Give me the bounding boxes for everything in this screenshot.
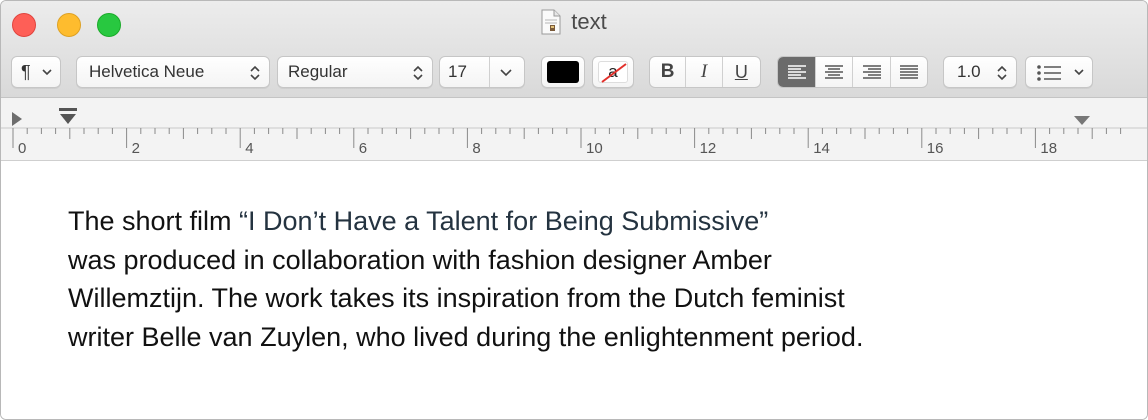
font-family-popup[interactable]: Helvetica Neue bbox=[76, 56, 270, 88]
ruler-label: 6 bbox=[359, 140, 367, 157]
up-down-arrows-icon bbox=[250, 65, 260, 81]
align-right-icon bbox=[862, 65, 881, 79]
text-line: Willemztijn. The work takes its inspirat… bbox=[68, 283, 845, 313]
line-spacing-popup[interactable]: 1.0 bbox=[943, 56, 1017, 88]
background-color-well[interactable]: a bbox=[592, 56, 634, 88]
font-size-value: 17 bbox=[448, 62, 467, 81]
right-margin-marker[interactable] bbox=[1074, 116, 1090, 125]
bold-button[interactable]: B bbox=[650, 57, 687, 87]
document-text-area[interactable]: The short film “I Don’t Have a Talent fo… bbox=[1, 162, 1147, 419]
text-color-swatch bbox=[547, 61, 579, 83]
up-down-arrows-icon bbox=[997, 65, 1007, 81]
text-line: writer Belle van Zuylen, who lived durin… bbox=[68, 321, 864, 352]
ruler-label: 18 bbox=[1040, 140, 1057, 157]
text-line: The short film “I Don’t Have a Talent fo… bbox=[68, 202, 1128, 241]
textedit-window: text ¶ Helvetica Neue Regular 17 a B I U… bbox=[0, 0, 1148, 420]
window-title: text bbox=[571, 9, 607, 34]
font-style-popup[interactable]: Regular bbox=[277, 56, 433, 88]
ruler[interactable]: 0 2 4 6 8 10 12 14 16 18 bbox=[1, 98, 1147, 161]
line-spacing-value: 1.0 bbox=[957, 62, 981, 81]
paragraph-style-popup[interactable]: ¶ bbox=[11, 56, 61, 88]
title-bar: text bbox=[1, 9, 1147, 41]
text-run: The short film bbox=[68, 206, 240, 236]
document-paragraph: The short film “I Don’t Have a Talent fo… bbox=[68, 202, 1128, 356]
ruler-label: 8 bbox=[472, 140, 480, 157]
indent-marker[interactable] bbox=[59, 108, 77, 124]
ruler-label: 10 bbox=[586, 140, 603, 157]
align-left-icon bbox=[787, 65, 806, 79]
align-center-button[interactable] bbox=[816, 57, 853, 87]
ruler-label: 12 bbox=[700, 140, 717, 157]
underline-button[interactable]: U bbox=[723, 57, 760, 87]
text-style-buttons: B I U bbox=[649, 56, 761, 88]
ruler-label: 4 bbox=[245, 140, 253, 157]
text-color-well[interactable] bbox=[541, 56, 585, 88]
up-down-arrows-icon bbox=[413, 65, 423, 81]
window-chrome: text ¶ Helvetica Neue Regular 17 a B I U… bbox=[1, 1, 1147, 98]
bulleted-list-icon bbox=[1037, 65, 1061, 81]
left-margin-marker[interactable] bbox=[12, 112, 22, 126]
ruler-scale: 0 2 4 6 8 10 12 14 16 18 bbox=[1, 108, 1147, 157]
list-bullets-popup[interactable] bbox=[1025, 56, 1093, 88]
italic-button[interactable]: I bbox=[686, 57, 723, 87]
alignment-buttons bbox=[777, 56, 928, 88]
align-right-button[interactable] bbox=[853, 57, 891, 87]
no-color-slash-icon bbox=[601, 63, 627, 83]
ruler-label: 2 bbox=[132, 140, 140, 157]
chevron-down-icon bbox=[42, 69, 52, 76]
ruler-label: 14 bbox=[813, 140, 830, 157]
text-line: was produced in collaboration with fashi… bbox=[68, 244, 772, 275]
ruler-label: 0 bbox=[18, 140, 26, 157]
chevron-down-icon[interactable] bbox=[500, 69, 512, 77]
align-center-icon bbox=[825, 65, 843, 79]
font-family-label: Helvetica Neue bbox=[89, 62, 205, 81]
document-icon bbox=[541, 9, 561, 35]
font-style-label: Regular bbox=[288, 62, 348, 81]
justify-button[interactable] bbox=[891, 57, 927, 87]
film-title-link[interactable]: “I Don’t Have a Talent for Being Submiss… bbox=[239, 206, 768, 236]
justify-icon bbox=[900, 65, 918, 79]
align-left-button[interactable] bbox=[778, 57, 816, 87]
font-size-combo[interactable]: 17 bbox=[439, 56, 525, 88]
chevron-down-icon bbox=[1074, 69, 1084, 76]
ruler-label: 16 bbox=[927, 140, 944, 157]
paragraph-icon: ¶ bbox=[21, 61, 31, 82]
